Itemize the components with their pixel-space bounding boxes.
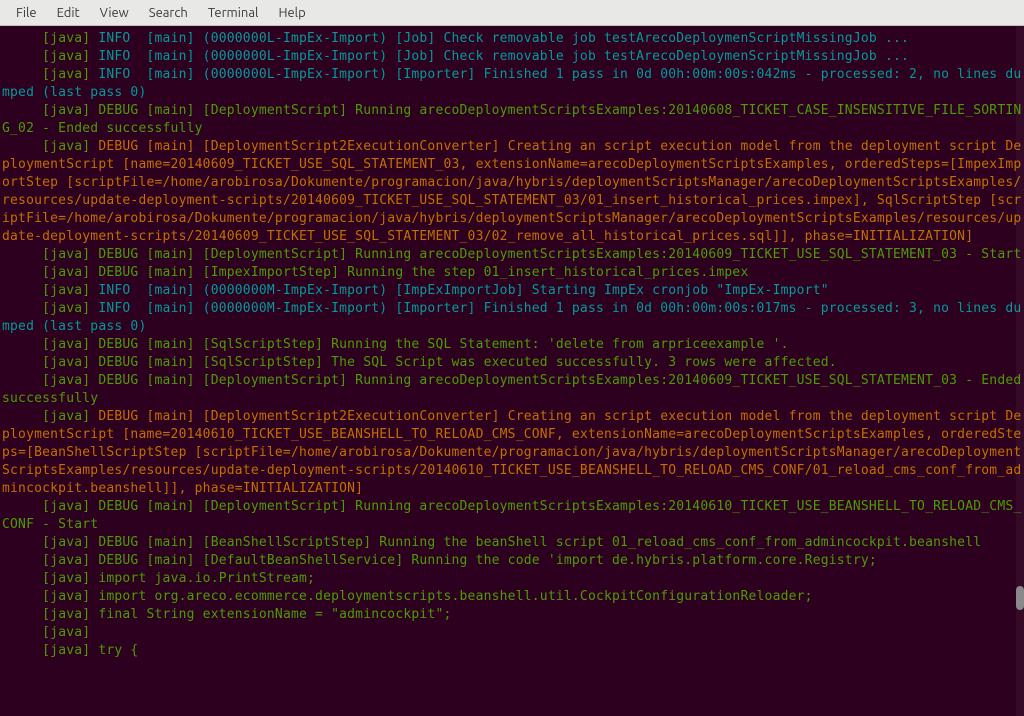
log-segment [2,571,42,586]
scrollbar-track[interactable] [1016,26,1024,716]
terminal-line: [java] final String extensionName = "adm… [2,606,1022,624]
menu-file[interactable]: File [6,2,47,24]
terminal-line: [java] [2,624,1022,642]
menu-edit[interactable]: Edit [47,2,90,24]
log-segment [2,607,42,622]
log-segment: [java] [42,283,98,298]
log-segment: [java] import java.io.PrintStream; [42,571,315,586]
log-segment [2,301,42,316]
log-segment: INFO [main] (0000000L-ImpEx-Import) [Job… [98,49,909,64]
scrollbar-thumb[interactable] [1016,586,1024,610]
log-segment [2,535,42,550]
log-segment [2,67,42,82]
terminal-line: [java] DEBUG [main] [DeploymentScript2Ex… [2,138,1022,246]
log-segment: [java] DEBUG [main] [DeploymentScript] R… [2,373,1024,406]
terminal-line: [java] import org.areco.ecommerce.deploy… [2,588,1022,606]
terminal-line: [java] DEBUG [main] [DeploymentScript2Ex… [2,408,1022,498]
terminal-line: [java] INFO [main] (0000000M-ImpEx-Impor… [2,282,1022,300]
log-segment [2,643,42,658]
terminal-line: [java] DEBUG [main] [DefaultBeanShellSer… [2,552,1022,570]
log-segment: INFO [main] (0000000L-ImpEx-Import) [Job… [98,31,909,46]
log-segment: INFO [main] (0000000L-ImpEx-Import) [Imp… [2,67,1021,100]
menubar: File Edit View Search Terminal Help [0,0,1024,26]
log-segment: [java] try { [42,643,138,658]
terminal-line: [java] DEBUG [main] [BeanShellScriptStep… [2,534,1022,552]
log-segment: INFO [main] (0000000M-ImpEx-Import) [Imp… [2,301,1021,334]
log-segment: DEBUG [main] [DeploymentScript2Execution… [2,409,1021,496]
log-segment: [java] DEBUG [main] [ImpexImportStep] Ru… [42,265,748,280]
menu-terminal[interactable]: Terminal [198,2,269,24]
terminal-line: [java] INFO [main] (0000000L-ImpEx-Impor… [2,48,1022,66]
menu-help[interactable]: Help [268,2,315,24]
log-segment [2,409,42,424]
log-segment: [java] [42,139,98,154]
log-segment [2,283,42,298]
log-segment: [java] [42,49,98,64]
log-segment: [java] DEBUG [main] [SqlScriptStep] Runn… [42,337,788,352]
log-segment: [java] DEBUG [main] [SqlScriptStep] The … [42,355,837,370]
terminal-line: [java] DEBUG [main] [DeploymentScript] R… [2,102,1022,138]
terminal-line: [java] try { [2,642,1022,660]
log-segment [2,589,42,604]
log-segment: [java] [42,67,98,82]
log-segment [2,499,42,514]
log-segment: [java] DEBUG [main] [DeploymentScript] R… [2,499,1021,532]
terminal-line: [java] INFO [main] (0000000L-ImpEx-Impor… [2,30,1022,48]
terminal-line: [java] import java.io.PrintStream; [2,570,1022,588]
log-segment: [java] [42,31,98,46]
terminal-line: [java] DEBUG [main] [DeploymentScript] R… [2,246,1022,264]
log-segment [2,31,42,46]
log-segment [2,625,42,640]
log-segment: [java] DEBUG [main] [DeploymentScript] R… [2,103,1021,136]
log-segment [2,49,42,64]
terminal-line: [java] INFO [main] (0000000L-ImpEx-Impor… [2,66,1022,102]
log-segment: [java] import org.areco.ecommerce.deploy… [42,589,813,604]
log-segment [2,355,42,370]
log-segment [2,265,42,280]
terminal-line: [java] INFO [main] (0000000M-ImpEx-Impor… [2,300,1022,336]
terminal-line: [java] DEBUG [main] [SqlScriptStep] The … [2,354,1022,372]
log-segment [2,337,42,352]
log-segment: INFO [main] (0000000M-ImpEx-Import) [Imp… [98,283,828,298]
terminal-line: [java] DEBUG [main] [DeploymentScript] R… [2,498,1022,534]
terminal-line: [java] DEBUG [main] [ImpexImportStep] Ru… [2,264,1022,282]
log-segment [2,103,42,118]
menu-search[interactable]: Search [139,2,198,24]
log-segment [2,247,42,262]
log-segment: [java] [42,409,98,424]
log-segment: [java] [42,301,98,316]
log-segment: [java] [42,625,98,640]
terminal-line: [java] DEBUG [main] [DeploymentScript] R… [2,372,1022,408]
log-segment: [java] final String extensionName = "adm… [42,607,451,622]
log-segment [2,139,42,154]
log-segment [2,553,42,568]
log-segment: [java] DEBUG [main] [DeploymentScript] R… [42,247,1021,262]
log-segment [2,373,42,388]
log-segment: [java] DEBUG [main] [BeanShellScriptStep… [42,535,981,550]
terminal-line: [java] DEBUG [main] [SqlScriptStep] Runn… [2,336,1022,354]
menu-view[interactable]: View [90,2,139,24]
terminal-output[interactable]: [java] INFO [main] (0000000L-ImpEx-Impor… [0,26,1024,664]
log-segment: DEBUG [main] [DeploymentScript2Execution… [2,139,1021,244]
log-segment: [java] DEBUG [main] [DefaultBeanShellSer… [42,553,877,568]
